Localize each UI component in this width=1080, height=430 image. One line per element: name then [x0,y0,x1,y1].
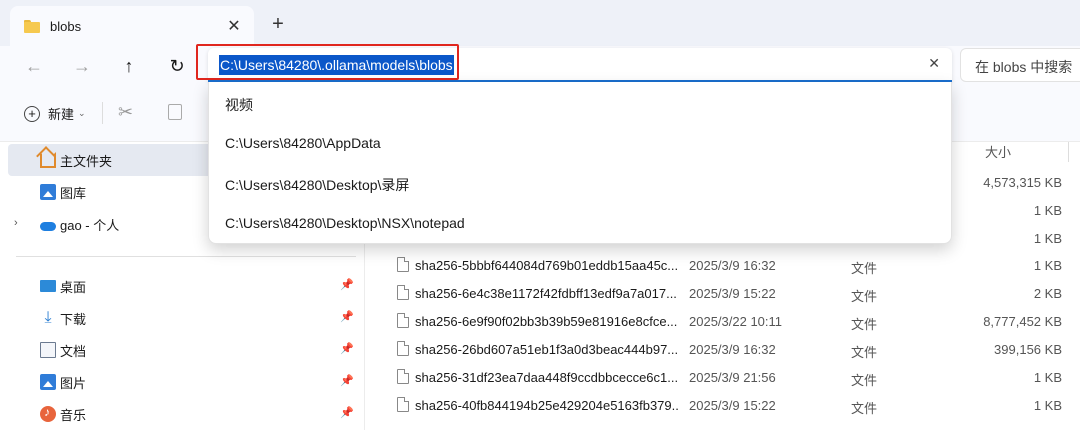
copy-icon[interactable] [168,104,182,120]
file-type: 文件 [851,373,878,388]
file-size: 1 KB [1033,398,1062,413]
music-icon [40,405,56,422]
gallery-icon [40,184,56,200]
new-label: 新建 [48,107,75,122]
table-row[interactable]: sha256-6e4c38e1172f42fdbff13edf9a7a017..… [365,279,1080,307]
file-name: sha256-6e4c38e1172f42fdbff13edf9a7a017..… [415,286,677,301]
clear-address-icon[interactable]: ✕ [928,55,940,72]
file-size: 4,573,315 KB [983,175,1062,190]
sidebar-item-label: 主文件夹 [60,153,113,169]
file-size: 1 KB [1033,203,1062,218]
address-suggestions: 视频 C:\Users\84280\AppData C:\Users\84280… [208,82,952,244]
pin-icon[interactable]: 📌 [340,406,354,419]
file-size: 2 KB [1033,286,1062,301]
sidebar-item-label: 图库 [60,185,87,201]
folder-icon [24,19,40,33]
table-row[interactable]: sha256-5bbbf644084d769b01eddb15aa45c... … [365,251,1080,279]
file-date: 2025/3/22 10:11 [689,314,783,329]
column-separator [1068,142,1069,162]
pin-icon[interactable]: 📌 [340,342,354,355]
scissors-icon[interactable]: ✂ [118,102,133,123]
tab-strip: blobs ✕ + [0,0,1080,46]
sidebar-item-label: 文档 [60,343,87,359]
file-icon [397,369,409,384]
file-date: 2025/3/9 21:56 [689,370,776,385]
sidebar-item-downloads[interactable]: ⤓ 下载 📌 [8,302,358,334]
close-tab-icon[interactable]: ✕ [224,16,244,36]
table-row[interactable]: sha256-40fb844194b25e429204e5163fb379...… [365,391,1080,419]
new-button[interactable]: + 新建 ⌄ [24,104,86,123]
sidebar-item-label: gao - 个人 [60,217,120,233]
pin-icon[interactable]: 📌 [340,310,354,323]
file-icon [397,313,409,328]
sidebar-item-label: 图片 [60,375,87,391]
file-name: sha256-26bd607a51eb1f3a0d3beac444b97... [415,342,679,357]
file-date: 2025/3/9 16:32 [689,342,776,357]
file-date: 2025/3/9 15:22 [689,398,776,413]
up-arrow-icon[interactable]: ↑ [113,50,145,82]
download-icon: ⤓ [44,309,52,326]
file-name: sha256-5bbbf644084d769b01eddb15aa45c... [415,258,679,273]
column-header-size[interactable]: 大小 [985,142,1011,161]
new-tab-button[interactable]: + [266,12,290,36]
sidebar-item-label: 下载 [60,311,87,327]
file-size: 399,156 KB [994,342,1062,357]
suggestion-item[interactable]: C:\Users\84280\Desktop\NSX\notepad [225,215,465,231]
file-type: 文件 [851,289,878,304]
suggestion-item[interactable]: 视频 [225,95,253,115]
refresh-icon[interactable]: ↻ [161,50,193,82]
home-icon [40,152,56,168]
file-name: sha256-40fb844194b25e429204e5163fb379... [415,398,679,413]
file-type: 文件 [851,317,878,332]
file-size: 1 KB [1033,370,1062,385]
sidebar-item-desktop[interactable]: 桌面 📌 [8,270,358,302]
cloud-icon [40,221,56,231]
file-date: 2025/3/9 16:32 [689,258,776,273]
tab-title: blobs [50,18,82,34]
sidebar-divider [16,256,356,257]
sidebar-item-music[interactable]: 音乐 📌 [8,398,358,430]
sidebar-item-label: 桌面 [60,279,87,295]
file-type: 文件 [851,401,878,416]
table-row[interactable]: sha256-26bd607a51eb1f3a0d3beac444b97... … [365,335,1080,363]
sidebar-item-pictures[interactable]: 图片 📌 [8,366,358,398]
suggestion-item[interactable]: C:\Users\84280\AppData [225,135,381,151]
file-icon [397,257,409,272]
file-size: 1 KB [1033,231,1062,246]
pin-icon[interactable]: 📌 [340,278,354,291]
file-icon [397,397,409,412]
plus-icon: + [24,105,40,122]
forward-arrow-icon[interactable]: → [66,50,98,82]
desktop-icon [40,280,56,292]
table-row[interactable]: sha256-6e9f90f02bb3b39b59e81916e8cfce...… [365,307,1080,335]
file-type: 文件 [851,261,878,276]
file-name: sha256-31df23ea7daa448f9ccdbbcecce6c1... [415,370,679,385]
tab-blobs[interactable]: blobs ✕ [10,6,254,46]
file-type: 文件 [851,345,878,360]
pin-icon[interactable]: 📌 [340,374,354,387]
sidebar-item-documents[interactable]: 文档 📌 [8,334,358,366]
highlight-box [196,44,459,80]
command-separator [102,102,103,124]
file-size: 8,777,452 KB [983,314,1062,329]
file-icon [397,341,409,356]
picture-icon [40,374,56,390]
suggestion-item[interactable]: C:\Users\84280\Desktop\录屏 [225,175,409,195]
back-arrow-icon[interactable]: ← [18,50,50,82]
file-icon [397,285,409,300]
file-name: sha256-6e9f90f02bb3b39b59e81916e8cfce... [415,314,678,329]
document-icon [40,342,56,358]
chevron-down-icon: ⌄ [78,108,86,118]
sidebar-item-label: 音乐 [60,407,87,423]
table-row[interactable]: sha256-31df23ea7daa448f9ccdbbcecce6c1...… [365,363,1080,391]
file-date: 2025/3/9 15:22 [689,286,776,301]
navigation-bar: ← → ↑ ↻ C:\Users\84280\.ollama\models\bl… [0,46,1080,86]
file-size: 1 KB [1033,258,1062,273]
search-input[interactable]: 在 blobs 中搜索 [960,48,1080,82]
